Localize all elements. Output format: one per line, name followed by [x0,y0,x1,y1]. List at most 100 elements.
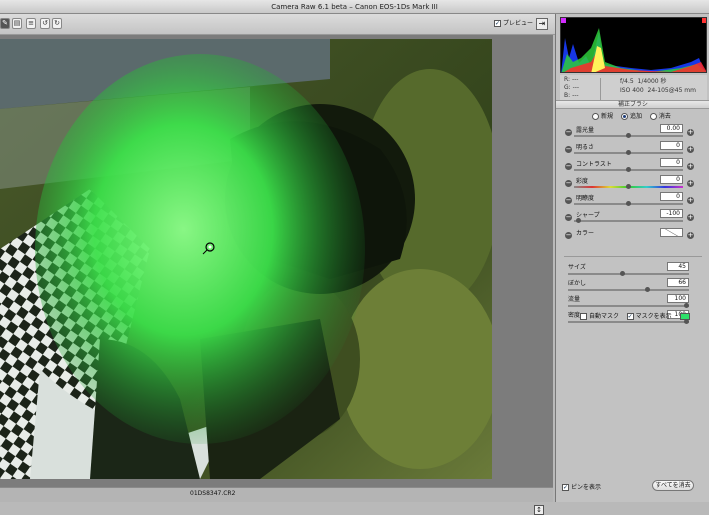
plus-icon[interactable]: + [687,197,694,204]
preview-checkbox[interactable]: プレビュー [494,19,533,29]
rotate-right-icon[interactable]: ↻ [52,18,62,29]
exposure-info: f/4.5 1/4000 秒 ISO 400 24-105@45 mm [620,77,696,95]
brush-slider-track[interactable] [568,287,689,292]
slider-row: − 露光量 0.00 + [556,124,709,141]
radio-add-icon[interactable] [620,113,628,120]
slider-label: 明瞭度 [576,195,595,202]
info-divider [600,78,601,100]
preview-check-icon[interactable] [494,20,501,27]
slider-value-field[interactable]: 0 [660,192,683,201]
separator [564,256,702,257]
slider-knob[interactable] [626,150,631,155]
slider-value-field[interactable]: 0.00 [660,124,683,133]
aperture-value: f/4.5 [620,78,634,85]
brush-value-field[interactable]: 100 [667,294,689,303]
clear-all-button[interactable]: すべてを消去 [652,480,694,491]
slider-label: コントラスト [576,161,612,168]
r-value: --- [571,76,579,83]
show-pins-label: ピンを表示 [571,484,602,491]
slider-value-field[interactable]: -100 [660,209,683,218]
color-swatch[interactable] [660,228,683,237]
slider-value-field[interactable]: 0 [660,175,683,184]
slider-value-field[interactable]: 0 [660,158,683,167]
plus-icon[interactable]: + [687,180,694,187]
slider-track[interactable] [574,201,683,206]
slider-value-field[interactable]: 0 [660,141,683,150]
brush-slider-knob[interactable] [644,287,650,292]
slider-track[interactable] [574,184,683,189]
slider-knob[interactable] [626,184,631,189]
color-minus-icon[interactable]: − [565,232,572,239]
slider-row: − コントラスト 0 + [556,158,709,175]
brush-value-field[interactable]: 66 [667,278,689,287]
color-row: − カラー + [556,227,709,244]
color-label: カラー [576,230,595,237]
photo-preview[interactable] [0,39,492,479]
preferences-tool-icon[interactable]: ▤ [12,18,22,29]
radio-new-icon[interactable] [592,113,599,120]
image-canvas[interactable]: ↕ [0,35,553,515]
show-mask-checkbox[interactable]: マスクを表示 [626,313,672,320]
plus-icon[interactable]: + [687,214,694,221]
histogram [560,17,707,73]
plus-icon[interactable]: + [687,146,694,153]
r-label: R: [564,76,571,83]
slider-row: − 明瞭度 0 + [556,192,709,209]
slider-track[interactable] [574,133,683,138]
slider-track[interactable] [574,218,683,223]
slider-knob[interactable] [626,133,631,138]
slider-track[interactable] [574,167,683,172]
slider-knob[interactable] [626,167,631,172]
zoom-corner-button[interactable]: ↕ [534,505,544,515]
show-pins-check-icon[interactable] [562,484,569,491]
brush-slider-track[interactable] [568,319,689,324]
slider-row: − 彩度 0 + [556,175,709,192]
slider-track[interactable] [574,150,683,155]
mode-add-label: 追加 [629,113,642,120]
brush-slider-knob[interactable] [684,303,689,308]
plus-icon[interactable]: + [687,163,694,170]
section-title: 補正ブラシ [556,100,709,109]
slider-knob[interactable] [626,201,631,206]
mode-erase[interactable]: 消去 [649,113,671,120]
auto-mask-check-icon[interactable] [580,313,587,320]
show-pins-checkbox[interactable]: ピンを表示 [562,482,601,491]
brush-slider-knob[interactable] [620,271,626,276]
slider-row: − 明るさ 0 + [556,141,709,158]
lens-value: 24-105@45 mm [647,87,696,94]
brush-value-field[interactable]: 45 [667,262,689,271]
histogram-graph [561,18,706,72]
rotate-left-icon[interactable]: ↺ [40,18,50,29]
mode-add[interactable]: 追加 [620,113,642,120]
minus-icon[interactable]: − [565,180,572,187]
slider-label: 露光量 [576,127,595,134]
minus-icon[interactable]: − [565,214,572,221]
radio-erase-icon[interactable] [649,113,657,120]
brush-slider-track[interactable] [568,303,689,308]
brush-slider-row: ぼかし 66 [566,278,704,293]
brush-mode-group: 新規 追加 消去 [592,113,677,121]
slider-knob[interactable] [576,218,582,223]
b-value: --- [572,92,579,99]
brush-slider-track[interactable] [568,271,689,276]
adjust-brush-tool-icon[interactable]: ✎ [0,18,10,29]
iso-value: ISO 400 [620,87,644,94]
brush-slider-label: ぼかし [568,280,587,287]
mask-color-swatch[interactable] [679,313,690,320]
minus-icon[interactable]: − [565,163,572,170]
mode-new[interactable]: 新規 [592,113,613,120]
right-panel: R: --- G: --- B: --- f/4.5 1/4000 秒 ISO … [555,14,709,502]
photo-image [0,39,492,479]
show-mask-label: マスクを表示 [635,313,672,320]
slider-label: 彩度 [576,178,589,185]
plus-icon[interactable]: + [687,129,694,136]
color-plus-icon[interactable]: + [687,232,694,239]
minus-icon[interactable]: − [565,146,572,153]
fullscreen-button[interactable]: ⇥ [536,18,548,30]
minus-icon[interactable]: − [565,129,572,136]
list-icon[interactable]: ≡ [26,18,36,29]
auto-mask-checkbox[interactable]: 自動マスク [580,313,619,320]
g-value: --- [572,84,580,91]
minus-icon[interactable]: − [565,197,572,204]
show-mask-check-icon[interactable] [626,313,634,320]
